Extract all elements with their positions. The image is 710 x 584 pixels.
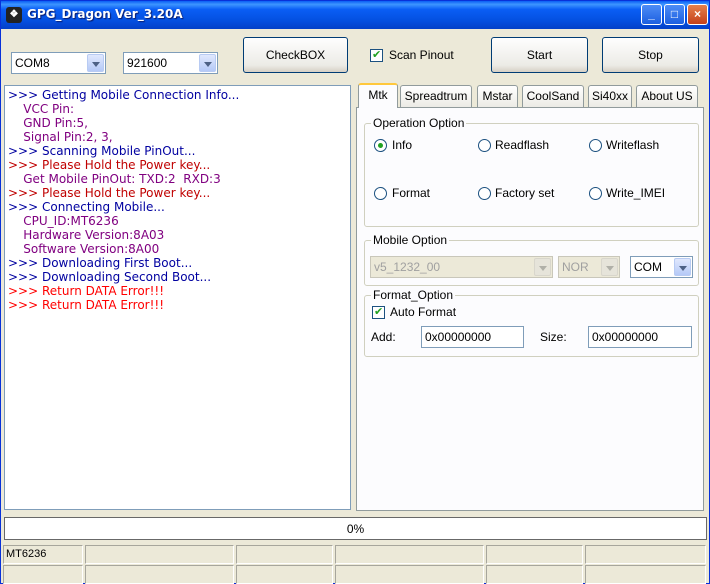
com-port-value: COM8 bbox=[15, 56, 50, 70]
operation-option-group: Operation Option Info Readflash Writefla… bbox=[364, 116, 699, 227]
mobile-option-title: Mobile Option bbox=[371, 233, 450, 247]
radio-info[interactable] bbox=[374, 139, 387, 152]
mobile-model-select[interactable]: v5_1232_00 bbox=[370, 256, 553, 278]
status-cell bbox=[486, 565, 583, 584]
radio-writeflash[interactable] bbox=[589, 139, 602, 152]
log-line: >>> Return DATA Error!!! bbox=[8, 298, 165, 312]
log-line: >>> Please Hold the Power key... bbox=[8, 158, 211, 172]
tab-about-us[interactable]: About US bbox=[636, 85, 698, 107]
log-line: >>> Downloading Second Boot... bbox=[8, 270, 212, 284]
scan-pinout-label: Scan Pinout bbox=[389, 48, 454, 62]
radio-readflash[interactable] bbox=[478, 139, 491, 152]
radio-factory-set-label: Factory set bbox=[495, 186, 555, 200]
status-cell bbox=[486, 545, 583, 564]
log-line: >>> Downloading First Boot... bbox=[8, 256, 193, 270]
log-line: CPU_ID:MT6236 bbox=[8, 214, 119, 228]
radio-factory-set[interactable] bbox=[478, 187, 491, 200]
radio-readflash-label: Readflash bbox=[495, 138, 550, 152]
chevron-down-icon[interactable] bbox=[601, 258, 618, 276]
log-line: Signal Pin:2, 3, bbox=[8, 130, 113, 144]
size-field[interactable]: 0x00000000 bbox=[588, 326, 692, 348]
chevron-down-icon[interactable] bbox=[674, 258, 691, 276]
tab-mstar[interactable]: Mstar bbox=[477, 85, 518, 107]
chevron-down-icon[interactable] bbox=[534, 258, 551, 276]
maximize-button[interactable]: □ bbox=[664, 4, 685, 25]
log-line: GND Pin:5, bbox=[8, 116, 88, 130]
flash-type-select[interactable]: NOR bbox=[558, 256, 620, 278]
mobile-port-value: COM bbox=[634, 260, 662, 274]
minimize-button[interactable]: _ bbox=[641, 4, 662, 25]
com-port-select[interactable]: COM8 bbox=[11, 52, 106, 74]
add-label: Add: bbox=[371, 330, 396, 344]
baud-rate-select[interactable]: 921600 bbox=[123, 52, 218, 74]
mobile-model-value: v5_1232_00 bbox=[374, 260, 441, 274]
flash-type-value: NOR bbox=[562, 260, 589, 274]
dragon-app-icon: ❖ bbox=[6, 7, 22, 23]
radio-writeflash-label: Writeflash bbox=[606, 138, 660, 152]
tab-coolsand[interactable]: CoolSand bbox=[522, 85, 584, 107]
baud-rate-value: 921600 bbox=[127, 56, 168, 70]
status-cell bbox=[85, 565, 234, 584]
log-line: VCC Pin: bbox=[8, 102, 74, 116]
scan-pinout-checkbox[interactable] bbox=[370, 48, 383, 62]
log-line: Software Version:8A00 bbox=[8, 242, 160, 256]
chevron-down-icon[interactable] bbox=[87, 54, 104, 72]
mobile-port-select[interactable]: COM bbox=[630, 256, 693, 278]
log-line: Hardware Version:8A03 bbox=[8, 228, 165, 242]
checkbox-button[interactable]: CheckBOX bbox=[243, 37, 348, 73]
mtk-tab-panel: Operation Option Info Readflash Writefla… bbox=[356, 107, 704, 511]
tab-mtk[interactable]: Mtk bbox=[358, 83, 398, 108]
log-line: Get Mobile PinOut: TXD:2 RXD:3 bbox=[8, 172, 221, 186]
status-cell bbox=[335, 565, 484, 584]
log-line: >>> Scanning Mobile PinOut... bbox=[8, 144, 196, 158]
window-title: GPG_Dragon Ver_3.20A bbox=[27, 7, 183, 21]
status-cell bbox=[585, 545, 706, 564]
app-window: ❖ GPG_Dragon Ver_3.20A _ □ × COM8 921600… bbox=[0, 0, 710, 584]
start-button-label: Start bbox=[526, 48, 553, 62]
radio-info-label: Info bbox=[392, 138, 413, 152]
log-line: >>> Return DATA Error!!! bbox=[8, 284, 165, 298]
stop-button[interactable]: Stop bbox=[602, 37, 699, 73]
chevron-down-icon[interactable] bbox=[199, 54, 216, 72]
status-bar: MT6236 bbox=[1, 543, 709, 584]
auto-format-checkbox[interactable] bbox=[372, 305, 385, 319]
size-label: Size: bbox=[540, 330, 567, 344]
progress-bar: 0% bbox=[4, 517, 707, 540]
log-line: >>> Getting Mobile Connection Info... bbox=[8, 88, 240, 102]
operation-option-title: Operation Option bbox=[371, 116, 467, 130]
format-option-group: Format_Option Auto Format Add: 0x0000000… bbox=[364, 288, 699, 357]
status-chip: MT6236 bbox=[3, 545, 83, 564]
status-cell bbox=[585, 565, 706, 584]
title-bar[interactable]: ❖ GPG_Dragon Ver_3.20A _ □ × bbox=[1, 1, 709, 29]
auto-format-label: Auto Format bbox=[390, 305, 457, 319]
log-output[interactable]: >>> Getting Mobile Connection Info... VC… bbox=[4, 85, 351, 510]
format-option-title: Format_Option bbox=[371, 288, 456, 302]
stop-button-label: Stop bbox=[638, 48, 663, 62]
tab-spreadtrum[interactable]: Spreadtrum bbox=[400, 85, 472, 107]
status-cell bbox=[236, 545, 333, 564]
radio-format[interactable] bbox=[374, 187, 387, 200]
status-cell bbox=[236, 565, 333, 584]
status-cell bbox=[85, 545, 234, 564]
start-button[interactable]: Start bbox=[491, 37, 588, 73]
log-line: >>> Please Hold the Power key... bbox=[8, 186, 211, 200]
radio-write-imei[interactable] bbox=[589, 187, 602, 200]
status-cell bbox=[335, 545, 484, 564]
log-line: >>> Connecting Mobile... bbox=[8, 200, 165, 214]
add-address-field[interactable]: 0x00000000 bbox=[421, 326, 524, 348]
status-cell bbox=[3, 565, 83, 584]
radio-write-imei-label: Write_IMEI bbox=[606, 186, 666, 200]
checkbox-button-label: CheckBOX bbox=[265, 48, 326, 62]
mobile-option-group: Mobile Option v5_1232_00 NOR COM bbox=[364, 233, 699, 286]
progress-text: 0% bbox=[346, 522, 365, 536]
close-button[interactable]: × bbox=[687, 4, 708, 25]
tab-si40xx[interactable]: Si40xx bbox=[588, 85, 632, 107]
radio-format-label: Format bbox=[392, 186, 431, 200]
